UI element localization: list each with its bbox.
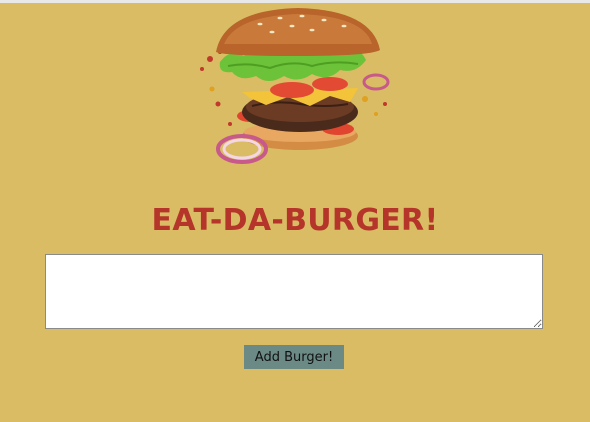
page: EAT-DA-BURGER! Add Burger! [0, 0, 590, 422]
add-burger-button[interactable]: Add Burger! [244, 345, 344, 369]
page-title: EAT-DA-BURGER! [151, 203, 439, 238]
burger-logo-image [200, 8, 390, 164]
window-top-edge [0, 0, 590, 3]
burger-name-input[interactable] [45, 254, 543, 329]
